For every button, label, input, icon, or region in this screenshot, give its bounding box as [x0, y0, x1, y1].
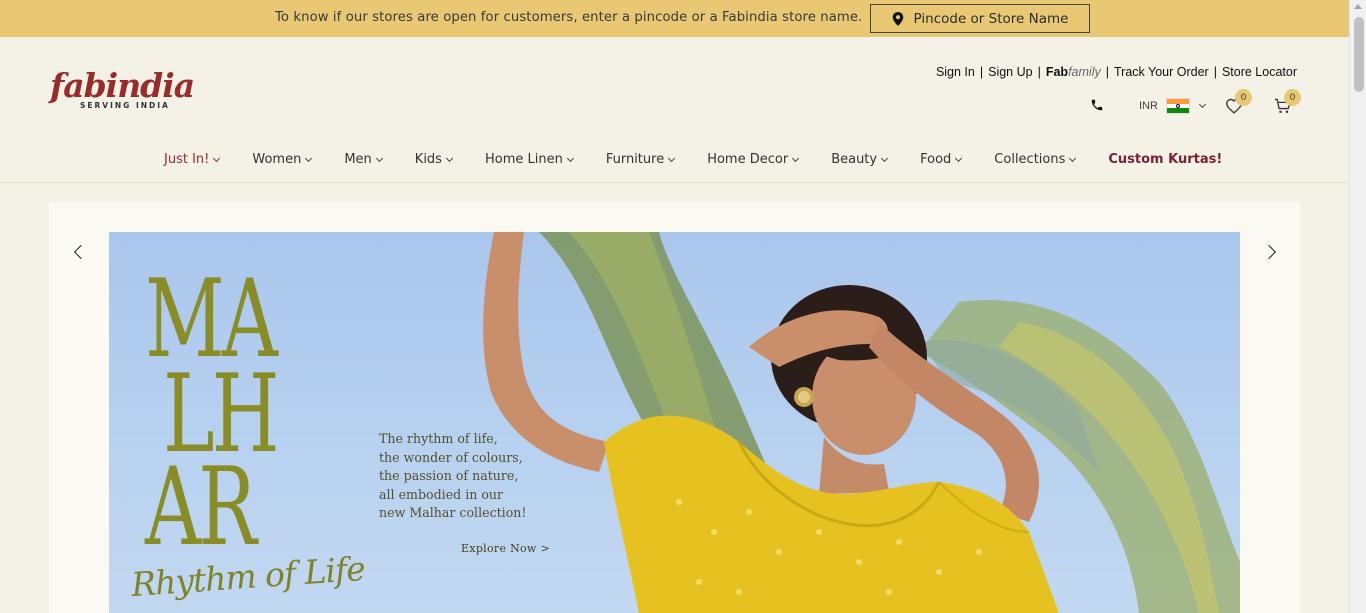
announcement-text: To know if our stores are open for custo…: [275, 10, 863, 25]
chevron-down-icon: [881, 154, 889, 162]
banner-copy-line: the wonder of colours,: [379, 449, 523, 465]
banner-copy-line: all embodied in our: [379, 486, 504, 502]
nav-label: Home Decor: [707, 152, 789, 167]
banner-copy-line: the passion of nature,: [379, 468, 519, 484]
track-order-link[interactable]: Track Your Order: [1114, 65, 1209, 79]
nav-label: Food: [920, 152, 952, 167]
phone-icon: [1091, 99, 1103, 111]
chevron-down-icon: [213, 154, 221, 162]
nav-item-just-in[interactable]: Just In!: [164, 152, 221, 167]
banner-copy-line: The rhythm of life,: [379, 431, 498, 446]
announcement-bar: To know if our stores are open for custo…: [0, 0, 1349, 37]
nav-item-men[interactable]: Men: [344, 152, 383, 167]
main-nav: Just In! Women Men Kids Home Linen Furni…: [164, 152, 1222, 167]
chevron-down-icon: [566, 154, 574, 162]
logo-tagline: SERVING INDIA: [80, 101, 170, 110]
nav-label: Furniture: [605, 152, 665, 167]
separator: |: [1213, 65, 1217, 79]
chevron-down-icon: [445, 154, 454, 162]
fabindia-logo[interactable]: fabindia SERVING INDIA: [50, 66, 195, 117]
location-pin-icon: [892, 11, 903, 26]
hero-photo: [483, 232, 1240, 613]
separator: |: [979, 65, 984, 79]
separator: |: [1105, 65, 1109, 79]
chevron-down-icon: [1198, 100, 1206, 109]
fabfamily-link[interactable]: Fabfamily: [1046, 65, 1101, 79]
chevron-down-icon: [375, 154, 383, 162]
fabfamily-family: family: [1068, 65, 1101, 79]
fabfamily-fab: Fab: [1045, 65, 1069, 79]
site-header: fabindia SERVING INDIA Sign In | Sign Up…: [0, 37, 1349, 183]
banner-copy: The rhythm of life, the wonder of colour…: [379, 430, 526, 523]
banner-copy-line: new Malhar collection!: [379, 505, 527, 521]
nav-label: Women: [252, 152, 302, 167]
nav-label: Home Linen: [484, 152, 563, 167]
wishlist-count-badge: 0: [1235, 89, 1252, 106]
sign-in-link[interactable]: Sign In: [936, 65, 975, 79]
chevron-down-icon: [668, 154, 676, 162]
wishlist-button[interactable]: 0: [1225, 89, 1252, 114]
nav-item-kids[interactable]: Kids: [414, 152, 454, 167]
chevron-down-icon: [792, 154, 800, 162]
logo-wordmark: fabindia: [50, 66, 195, 105]
sign-up-link[interactable]: Sign Up: [988, 65, 1032, 79]
nav-item-collections[interactable]: Collections: [994, 152, 1077, 167]
phone-button[interactable]: [1090, 98, 1104, 112]
nav-item-furniture[interactable]: Furniture: [605, 152, 676, 167]
hero-banner[interactable]: MA LH AR Rhythm of Life The rhythm of li…: [109, 232, 1240, 613]
nav-label: Collections: [994, 152, 1066, 167]
nav-item-women[interactable]: Women: [252, 152, 313, 167]
nav-item-custom-kurtas[interactable]: Custom Kurtas!: [1108, 152, 1222, 167]
nav-label: Men: [344, 152, 372, 167]
store-search-button[interactable]: Pincode or Store Name: [870, 4, 1090, 33]
nav-label: Beauty: [831, 152, 878, 167]
malhar-line-3: AR: [145, 445, 257, 570]
currency-selector[interactable]: INR: [1139, 98, 1206, 114]
cart-count-badge: 0: [1284, 89, 1301, 106]
chevron-down-icon: [305, 154, 313, 162]
explore-now-link[interactable]: Explore Now >: [461, 542, 550, 555]
separator: |: [1037, 65, 1041, 79]
chevron-down-icon: [1069, 154, 1077, 162]
cart-button[interactable]: 0: [1274, 89, 1301, 114]
nav-item-beauty[interactable]: Beauty: [831, 152, 889, 167]
account-links: Sign In | Sign Up | Fabfamily | Track Yo…: [936, 65, 1297, 79]
india-flag-icon: [1165, 98, 1190, 114]
store-search-label: Pincode or Store Name: [913, 10, 1069, 27]
store-locator-link[interactable]: Store Locator: [1222, 65, 1297, 79]
nav-item-food[interactable]: Food: [920, 152, 963, 167]
currency-label: INR: [1139, 100, 1158, 112]
nav-label: Just In!: [164, 152, 210, 167]
chevron-down-icon: [955, 154, 963, 162]
nav-label: Kids: [414, 152, 442, 167]
scroll-thumb[interactable]: [1354, 17, 1364, 92]
nav-item-home-linen[interactable]: Home Linen: [484, 152, 574, 167]
nav-item-home-decor[interactable]: Home Decor: [707, 152, 800, 167]
scroll-up-arrow-icon[interactable]: [1354, 4, 1362, 9]
page-scrollbar[interactable]: [1349, 0, 1366, 613]
